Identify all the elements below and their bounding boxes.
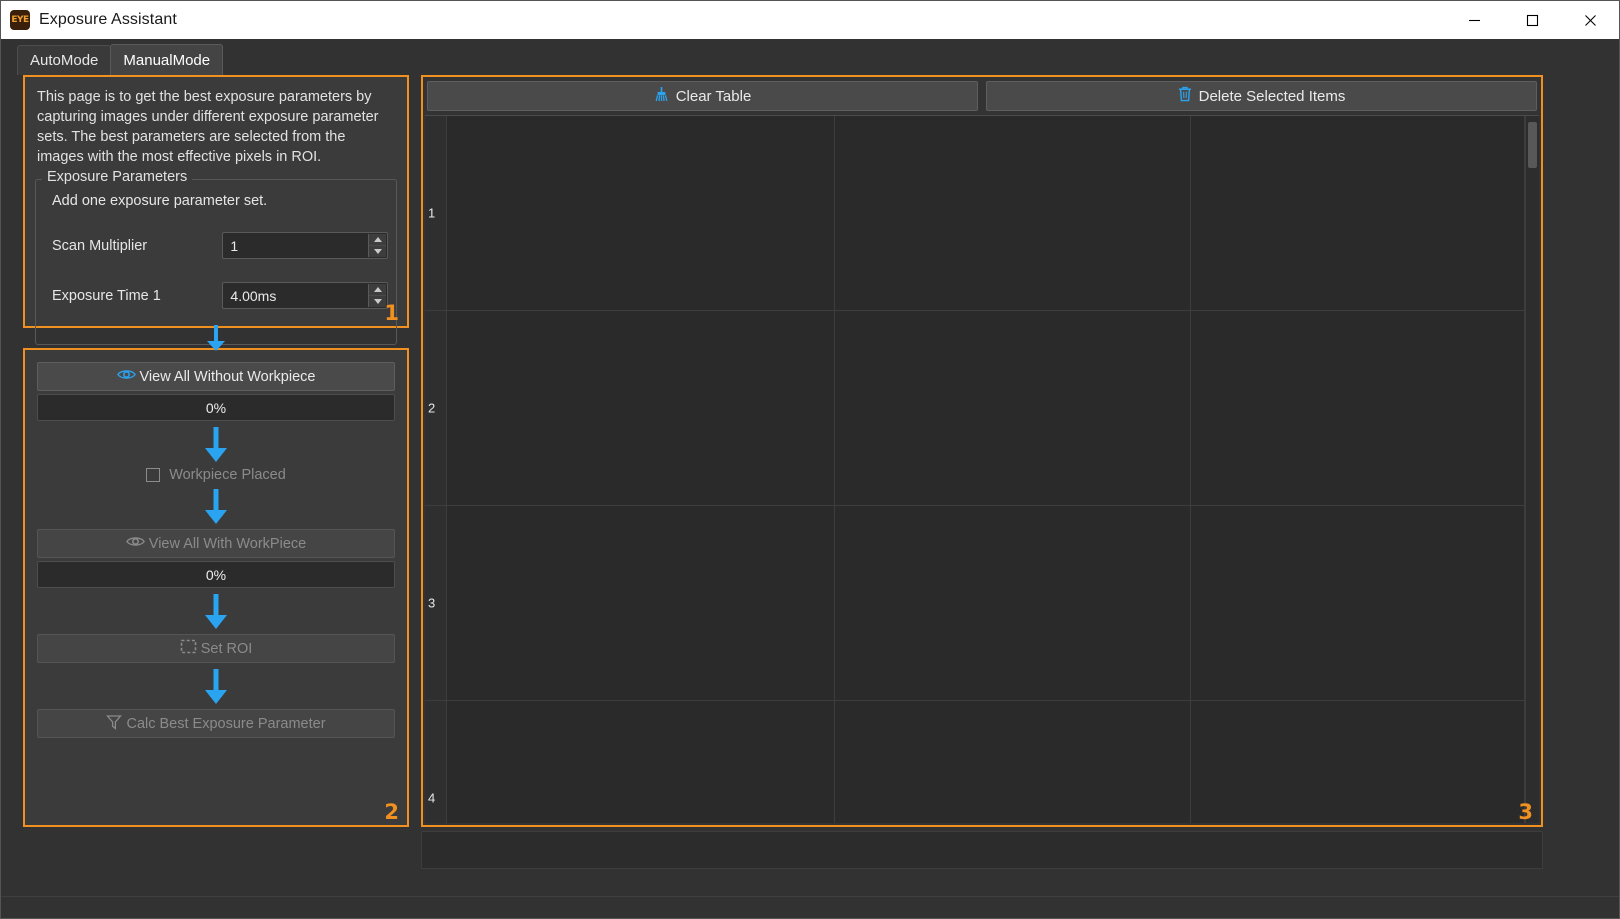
clear-table-button[interactable]: Clear Table: [427, 81, 978, 111]
table-cell[interactable]: [835, 116, 1191, 310]
exposure-parameters-groupbox: Exposure Parameters Add one exposure par…: [35, 179, 397, 345]
exposure-parameters-panel: This page is to get the best exposure pa…: [23, 75, 409, 328]
row-number: 3: [428, 596, 435, 611]
table-row[interactable]: [447, 506, 1525, 701]
table-cell[interactable]: [447, 506, 835, 700]
eye-icon: [117, 368, 136, 385]
scan-multiplier-row: Scan Multiplier 1: [44, 232, 388, 259]
title-bar: EYE Exposure Assistant: [1, 1, 1619, 39]
exposure-time-value: 4.00ms: [223, 288, 276, 304]
arrow-down-icon: [37, 663, 395, 709]
window-controls: [1445, 1, 1619, 39]
page-body: This page is to get the best exposure pa…: [1, 75, 1619, 918]
workflow-steps: View All Without Workpiece 0% Workpiece …: [25, 350, 407, 738]
page-description: This page is to get the best exposure pa…: [25, 77, 407, 167]
exposure-time-label: Exposure Time 1: [52, 288, 222, 304]
panel-badge-3: 3: [1518, 802, 1533, 823]
progress-without-workpiece: 0%: [37, 394, 395, 421]
table-cell[interactable]: [447, 311, 835, 505]
exposure-table-panel: Clear Table Delete Selected Items 1 2 3 …: [421, 75, 1543, 827]
roi-dashed-square-icon: [180, 639, 197, 658]
vertical-scrollbar[interactable]: [1525, 116, 1539, 823]
eye-app-icon: EYE: [10, 10, 30, 30]
progress-label: 0%: [206, 400, 226, 416]
progress-with-workpiece: 0%: [37, 561, 395, 588]
calc-best-exposure-label: Calc Best Exposure Parameter: [126, 716, 325, 732]
table-row[interactable]: [447, 701, 1525, 823]
table-cell[interactable]: [835, 701, 1191, 823]
eye-icon: [126, 535, 145, 552]
exposure-table: 1 2 3 4: [425, 115, 1539, 823]
view-all-with-workpiece-button[interactable]: View All With WorkPiece: [37, 529, 395, 558]
table-cell[interactable]: [835, 311, 1191, 505]
row-number: 4: [428, 791, 435, 806]
window-title: Exposure Assistant: [39, 11, 177, 29]
workflow-panel: View All Without Workpiece 0% Workpiece …: [23, 348, 409, 827]
app-window: EYE Exposure Assistant AutoMode ManualMo…: [0, 0, 1620, 919]
set-roi-button[interactable]: Set ROI: [37, 634, 395, 663]
table-cell[interactable]: [1191, 311, 1525, 505]
tab-automode[interactable]: AutoMode: [17, 45, 111, 75]
workpiece-placed-label: Workpiece Placed: [169, 467, 286, 483]
table-row[interactable]: [447, 311, 1525, 506]
table-grid: [447, 116, 1525, 823]
table-row-header[interactable]: 2: [425, 311, 446, 506]
arrow-down-icon: [23, 324, 409, 352]
funnel-icon: [106, 714, 122, 734]
panel-badge-2: 2: [384, 802, 399, 823]
table-toolbar: Clear Table Delete Selected Items: [423, 77, 1541, 113]
delete-selected-items-button[interactable]: Delete Selected Items: [986, 81, 1537, 111]
table-cell[interactable]: [1191, 116, 1525, 310]
groupbox-note: Add one exposure parameter set.: [44, 190, 388, 209]
progress-label: 0%: [206, 567, 226, 583]
table-row[interactable]: [447, 116, 1525, 311]
exposure-time-row: Exposure Time 1 4.00ms: [44, 282, 388, 309]
view-all-with-workpiece-label: View All With WorkPiece: [149, 536, 306, 552]
broom-icon: [654, 86, 669, 106]
tab-manualmode[interactable]: ManualMode: [110, 44, 223, 75]
calc-best-exposure-parameter-button[interactable]: Calc Best Exposure Parameter: [37, 709, 395, 738]
arrow-down-icon: [37, 421, 395, 467]
mode-tabs: AutoMode ManualMode: [1, 39, 1619, 75]
view-all-without-workpiece-label: View All Without Workpiece: [140, 369, 316, 385]
workpiece-placed-checkbox[interactable]: Workpiece Placed: [37, 467, 395, 483]
exposure-time-spin-buttons[interactable]: [368, 284, 386, 307]
table-row-header[interactable]: 1: [425, 116, 446, 311]
table-row-headers: 1 2 3 4: [425, 116, 447, 823]
spin-down-icon[interactable]: [369, 246, 386, 257]
scan-multiplier-value: 1: [223, 238, 238, 254]
maximize-icon[interactable]: [1503, 1, 1561, 39]
table-cell[interactable]: [447, 701, 835, 823]
clear-table-label: Clear Table: [676, 88, 752, 105]
spin-up-icon[interactable]: [369, 284, 386, 296]
scan-multiplier-label: Scan Multiplier: [52, 238, 222, 254]
trash-icon: [1178, 86, 1192, 106]
table-cell[interactable]: [1191, 701, 1525, 823]
checkbox-icon[interactable]: [146, 468, 160, 482]
table-footer-strip: [421, 831, 1543, 869]
scan-multiplier-stepper[interactable]: 1: [222, 232, 388, 259]
arrow-down-icon: [37, 588, 395, 634]
row-number: 1: [428, 206, 435, 221]
panel-badge-1: 1: [384, 303, 399, 324]
table-cell[interactable]: [835, 506, 1191, 700]
groupbox-title: Exposure Parameters: [42, 169, 192, 185]
row-number: 2: [428, 401, 435, 416]
left-column: This page is to get the best exposure pa…: [23, 75, 409, 827]
exposure-time-stepper[interactable]: 4.00ms: [222, 282, 388, 309]
arrow-down-icon: [37, 483, 395, 529]
scrollbar-thumb[interactable]: [1528, 122, 1537, 168]
status-bar: [1, 896, 1619, 918]
close-icon[interactable]: [1561, 1, 1619, 39]
set-roi-label: Set ROI: [201, 641, 253, 657]
table-row-header[interactable]: 3: [425, 506, 446, 701]
view-all-without-workpiece-button[interactable]: View All Without Workpiece: [37, 362, 395, 391]
scan-multiplier-spin-buttons[interactable]: [368, 234, 386, 257]
table-cell[interactable]: [1191, 506, 1525, 700]
spin-up-icon[interactable]: [369, 234, 386, 246]
table-row-header[interactable]: 4: [425, 701, 446, 823]
table-cell[interactable]: [447, 116, 835, 310]
minimize-icon[interactable]: [1445, 1, 1503, 39]
delete-selected-items-label: Delete Selected Items: [1199, 88, 1346, 105]
